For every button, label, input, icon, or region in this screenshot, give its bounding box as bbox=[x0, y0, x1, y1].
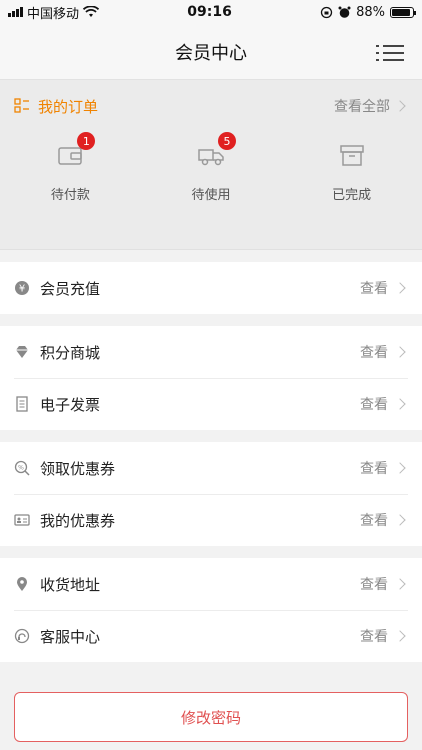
coupon-search-icon: % bbox=[14, 460, 30, 476]
menu-group-coupons: % 领取优惠券 查看 我的优惠券 查看 bbox=[0, 442, 422, 546]
orders-panel: 我的订单 查看全部 1 待付款 5 待使用 已完成 bbox=[0, 80, 422, 250]
alarm-icon bbox=[338, 6, 351, 18]
menu-item-points-mall[interactable]: 积分商城 查看 bbox=[0, 326, 422, 378]
order-label: 已完成 bbox=[332, 188, 372, 203]
carrier-name: 中国移动 bbox=[27, 6, 80, 22]
page-title: 会员中心 bbox=[175, 42, 247, 64]
view-link[interactable]: 查看 bbox=[360, 510, 388, 530]
order-label: 待使用 bbox=[191, 188, 231, 203]
chevron-right-icon bbox=[394, 630, 406, 642]
menu-item-label: 客服中心 bbox=[40, 627, 101, 646]
delivery-truck-icon: 5 bbox=[196, 132, 236, 170]
diamond-icon bbox=[14, 344, 30, 360]
battery-percent: 88% bbox=[356, 4, 385, 20]
archive-box-icon bbox=[337, 140, 367, 170]
rotation-lock-icon bbox=[320, 6, 333, 18]
menu-item-label: 领取优惠券 bbox=[40, 459, 116, 478]
view-all-label: 查看全部 bbox=[334, 99, 390, 115]
chevron-right-icon bbox=[394, 462, 406, 474]
svg-text:%: % bbox=[18, 465, 24, 472]
view-link[interactable]: 查看 bbox=[360, 458, 388, 478]
orders-title: 我的订单 bbox=[38, 97, 99, 116]
view-link[interactable]: 查看 bbox=[360, 626, 388, 646]
footer-area: 修改密码 bbox=[0, 690, 422, 750]
headset-icon bbox=[14, 628, 30, 644]
menu-item-label: 会员充值 bbox=[40, 279, 101, 298]
view-link[interactable]: 查看 bbox=[360, 278, 388, 298]
order-label: 待付款 bbox=[50, 188, 90, 203]
menu-group-mall: 积分商城 查看 电子发票 查看 bbox=[0, 326, 422, 430]
view-link[interactable]: 查看 bbox=[360, 342, 388, 362]
status-bar: 中国移动 09:16 88% bbox=[0, 0, 422, 24]
change-password-button[interactable]: 修改密码 bbox=[14, 692, 408, 742]
document-icon bbox=[14, 396, 30, 412]
chevron-right-icon bbox=[394, 282, 406, 294]
chevron-right-icon bbox=[394, 398, 406, 410]
yen-coin-icon: ¥ bbox=[14, 280, 30, 296]
menu-list-icon[interactable] bbox=[376, 42, 404, 64]
order-list-icon bbox=[14, 98, 29, 113]
menu-item-e-invoice[interactable]: 电子发票 查看 bbox=[0, 378, 422, 430]
nav-bar: 会员中心 bbox=[0, 24, 422, 80]
menu-item-my-coupons[interactable]: 我的优惠券 查看 bbox=[0, 494, 422, 546]
badge-count: 5 bbox=[217, 132, 236, 150]
menu-group-service: 收货地址 查看 客服中心 查看 bbox=[0, 558, 422, 662]
order-to-use[interactable]: 5 待使用 bbox=[151, 132, 271, 203]
view-link[interactable]: 查看 bbox=[360, 394, 388, 414]
order-completed[interactable]: 已完成 bbox=[292, 140, 412, 203]
battery-icon bbox=[390, 6, 416, 18]
wifi-icon bbox=[83, 6, 100, 17]
location-pin-icon bbox=[14, 576, 30, 592]
menu-item-label: 电子发票 bbox=[40, 395, 101, 414]
menu-item-get-coupon[interactable]: % 领取优惠券 查看 bbox=[0, 442, 422, 494]
signal-icon bbox=[8, 7, 23, 17]
order-pending-payment[interactable]: 1 待付款 bbox=[10, 132, 130, 203]
menu-item-address[interactable]: 收货地址 查看 bbox=[0, 558, 422, 610]
view-link[interactable]: 查看 bbox=[360, 574, 388, 594]
svg-text:¥: ¥ bbox=[19, 284, 25, 295]
orders-header[interactable]: 我的订单 查看全部 bbox=[0, 80, 422, 132]
chevron-right-icon bbox=[394, 100, 406, 112]
wallet-icon: 1 bbox=[55, 132, 96, 170]
badge-count: 1 bbox=[77, 132, 96, 150]
id-card-icon bbox=[14, 512, 30, 528]
menu-group-recharge: ¥ 会员充值 查看 bbox=[0, 262, 422, 314]
menu-item-customer-service[interactable]: 客服中心 查看 bbox=[0, 610, 422, 662]
menu-item-label: 收货地址 bbox=[40, 575, 101, 594]
chevron-right-icon bbox=[394, 578, 406, 590]
chevron-right-icon bbox=[394, 346, 406, 358]
menu-item-label: 积分商城 bbox=[40, 343, 101, 362]
view-all-orders-link[interactable]: 查看全部 bbox=[334, 96, 408, 116]
chevron-right-icon bbox=[394, 514, 406, 526]
menu-item-recharge[interactable]: ¥ 会员充值 查看 bbox=[0, 262, 422, 314]
status-time: 09:16 bbox=[187, 4, 232, 20]
menu-item-label: 我的优惠券 bbox=[40, 511, 116, 530]
